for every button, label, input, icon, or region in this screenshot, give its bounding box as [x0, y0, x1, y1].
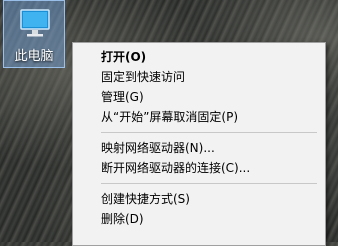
context-menu: 打开(O) 固定到快速访问 管理(G) 从“开始”屏幕取消固定(P) 映射网络驱…: [72, 42, 326, 246]
menu-item-unpin-from-start[interactable]: 从“开始”屏幕取消固定(P): [73, 107, 325, 127]
this-pc-label: 此电脑: [14, 49, 54, 64]
menu-separator: [101, 183, 317, 184]
menu-item-disconnect-network-drive[interactable]: 断开网络驱动器的连接(C)...: [73, 158, 325, 178]
menu-item-pin-to-quick-access[interactable]: 固定到快速访问: [73, 67, 325, 87]
menu-item-map-network-drive[interactable]: 映射网络驱动器(N)...: [73, 138, 325, 158]
this-pc-shortcut[interactable]: 此电脑: [3, 0, 65, 68]
menu-item-open[interactable]: 打开(O): [73, 47, 325, 67]
desktop[interactable]: 此电脑 打开(O) 固定到快速访问 管理(G) 从“开始”屏幕取消固定(P) 映…: [0, 0, 338, 246]
menu-separator: [101, 132, 317, 133]
menu-item-delete[interactable]: 删除(D): [73, 209, 325, 229]
menu-item-create-shortcut[interactable]: 创建快捷方式(S): [73, 189, 325, 209]
this-pc-icon: [20, 9, 50, 37]
menu-item-manage[interactable]: 管理(G): [73, 87, 325, 107]
